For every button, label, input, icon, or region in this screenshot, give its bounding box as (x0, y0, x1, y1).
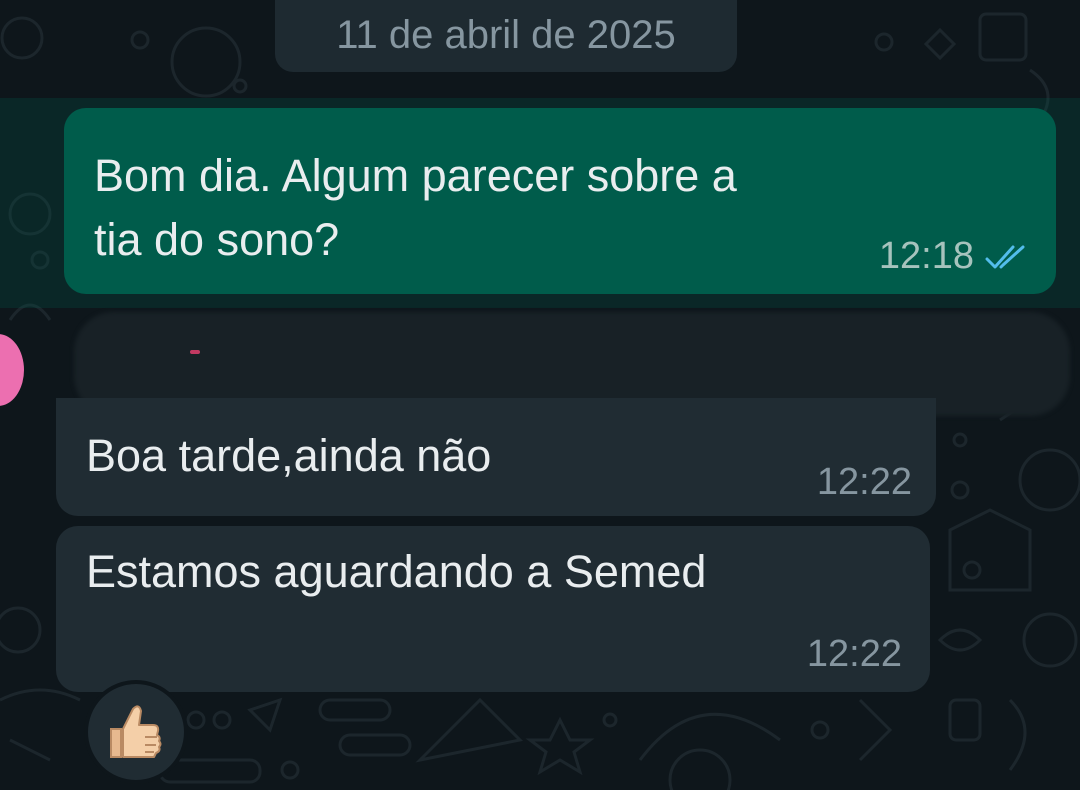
message-meta: 12:18 (879, 235, 1030, 278)
message-time: 12:22 (816, 461, 912, 503)
message-line: tia do sono? (94, 214, 340, 265)
reaction-badge[interactable] (84, 680, 188, 784)
outgoing-message-bubble[interactable]: Bom dia. Algum parecer sobre a tia do so… (64, 108, 1056, 294)
message-time: 12:18 (878, 235, 974, 277)
message-meta: 12:22 (817, 461, 912, 504)
incoming-message-bubble[interactable]: Boa tarde,ainda não 12:22 (56, 398, 936, 516)
message-meta: 12:22 (807, 633, 902, 676)
message-text: Bom dia. Algum parecer sobre a tia do so… (94, 144, 994, 272)
double-check-read-icon (985, 245, 1025, 268)
date-separator: 11 de abril de 2025 (275, 0, 737, 72)
message-time: 12:22 (806, 633, 902, 675)
message-text: Estamos aguardando a Semed (86, 546, 707, 597)
message-line: Bom dia. Algum parecer sobre a (94, 150, 737, 201)
incoming-message-bubble[interactable]: Estamos aguardando a Semed 12:22 (56, 526, 930, 692)
thumbs-up-icon (110, 705, 162, 758)
redaction-mark (190, 350, 200, 354)
chat-view: 11 de abril de 2025 Bom dia. Algum parec… (0, 0, 1080, 790)
message-text: Boa tarde,ainda não (86, 430, 492, 481)
